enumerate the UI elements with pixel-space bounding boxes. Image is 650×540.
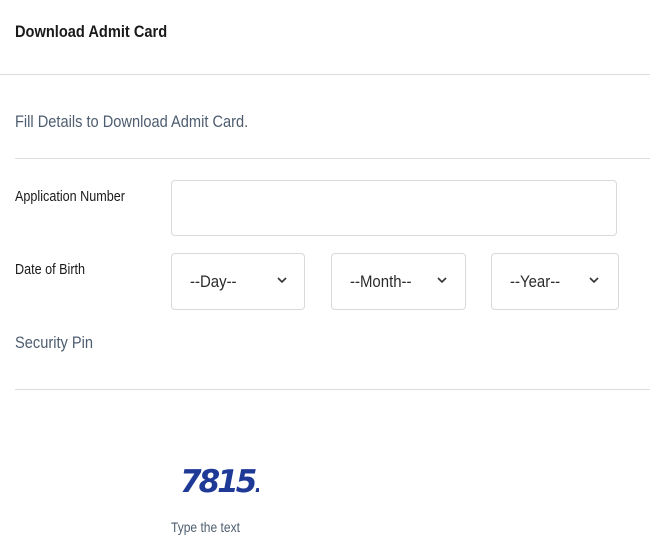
day-select[interactable]: --Day--: [171, 253, 305, 310]
form-subtitle: Fill Details to Download Admit Card.: [15, 112, 249, 131]
captcha-image: 781514: [180, 464, 259, 498]
day-select-value: --Day--: [190, 272, 237, 291]
captcha-text: 781514: [180, 464, 259, 498]
year-select-value: --Year--: [510, 272, 561, 291]
header-divider: [0, 74, 650, 75]
type-text-prompt: Type the text: [171, 519, 240, 535]
application-number-input[interactable]: [171, 180, 617, 236]
date-of-birth-label: Date of Birth: [15, 261, 86, 278]
page-title: Download Admit Card: [15, 22, 168, 41]
application-number-label: Application Number: [15, 188, 125, 205]
chevron-down-icon: [277, 277, 287, 284]
security-pin-label: Security Pin: [15, 333, 94, 352]
month-select[interactable]: --Month--: [331, 253, 466, 310]
subtitle-divider: [15, 158, 650, 159]
year-select[interactable]: --Year--: [491, 253, 619, 310]
month-select-value: --Month--: [350, 272, 412, 291]
security-divider: [15, 389, 650, 390]
chevron-down-icon: [437, 277, 447, 284]
chevron-down-icon: [589, 277, 599, 284]
